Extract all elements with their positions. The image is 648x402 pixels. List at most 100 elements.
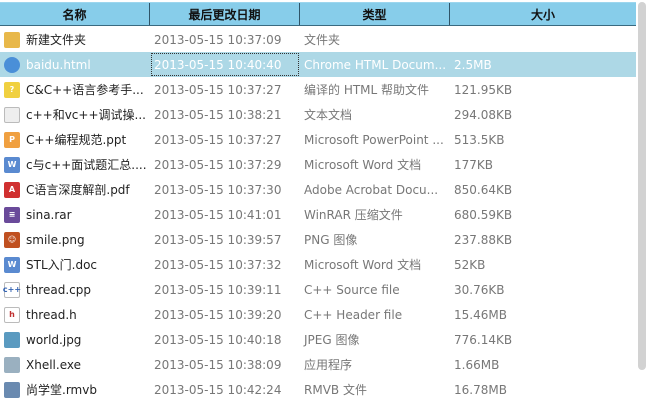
file-type: 应用程序: [304, 358, 353, 372]
file-size: 121.95KB: [454, 82, 513, 97]
word-icon: W: [4, 156, 20, 173]
file-name: 尚学堂.rmvb: [26, 383, 97, 397]
file-name: C++编程规范.ppt: [26, 133, 127, 147]
file-date: 2013-05-15 10:37:30: [154, 182, 282, 197]
file-row[interactable]: W STL入门.doc 2013-05-15 10:37:32 Microsoft…: [0, 252, 636, 277]
rar-icon: ≡: [4, 206, 20, 223]
file-date: 2013-05-15 10:39:57: [154, 232, 282, 247]
cpp-file-icon: c++: [3, 281, 21, 298]
file-row[interactable]: c++和vc++调试操... 2013-05-15 10:38:21 文本文档 …: [0, 102, 636, 127]
file-name-cell: c++和vc++调试操...: [0, 102, 150, 127]
file-name: sina.rar: [26, 207, 72, 222]
file-date: 2013-05-15 10:42:24: [154, 382, 282, 397]
header-file-icon: h: [4, 306, 20, 323]
file-row[interactable]: h thread.h 2013-05-15 10:39:20 C++ Header…: [0, 302, 636, 327]
file-row[interactable]: world.jpg 2013-05-15 10:40:18 JPEG 图像 77…: [0, 327, 636, 352]
file-name-cell: W STL入门.doc: [0, 252, 150, 277]
file-size: 680.59KB: [454, 207, 513, 222]
file-size: 850.64KB: [454, 182, 513, 197]
file-type: Microsoft PowerPoint ...: [304, 132, 444, 147]
column-header-date[interactable]: 最后更改日期: [150, 3, 300, 25]
file-type: 文件夹: [304, 33, 341, 47]
column-header-name[interactable]: 名称: [0, 3, 150, 25]
file-name: C语言深度解剖.pdf: [26, 183, 130, 197]
chrome-icon: [4, 56, 20, 73]
file-size: 177KB: [454, 157, 494, 172]
file-name: baidu.html: [26, 57, 91, 72]
file-name: c++和vc++调试操...: [26, 108, 146, 122]
file-row[interactable]: Xhell.exe 2013-05-15 10:38:09 应用程序 1.66M…: [0, 352, 636, 377]
file-name-cell: 新建文件夹: [0, 27, 150, 52]
rmvb-icon: [4, 381, 20, 398]
word-icon: W: [4, 256, 20, 273]
file-date: 2013-05-15 10:37:32: [154, 257, 282, 272]
file-date: 2013-05-15 10:40:40: [150, 52, 300, 77]
file-name: thread.h: [26, 307, 77, 322]
file-name-cell: ≡ sina.rar: [0, 202, 150, 227]
exe-icon: [4, 356, 20, 373]
file-name-cell: ? C&C++语言参考手...: [0, 77, 150, 102]
file-type: C++ Header file: [304, 307, 403, 322]
file-name-cell: Wc与c++面试题汇总....: [0, 152, 150, 177]
file-size: 2.5MB: [454, 57, 492, 72]
pdf-icon: A: [4, 181, 20, 198]
file-name-cell: A C语言深度解剖.pdf: [0, 177, 150, 202]
file-size: 52KB: [454, 257, 486, 272]
file-name: world.jpg: [26, 332, 82, 347]
column-header-type[interactable]: 类型: [300, 3, 450, 25]
jpeg-image-icon: [4, 331, 20, 348]
png-image-icon: ☺: [4, 231, 20, 248]
file-size: 1.66MB: [454, 357, 500, 372]
file-name: C&C++语言参考手...: [26, 83, 144, 97]
file-type: WinRAR 压缩文件: [304, 208, 403, 222]
file-date: 2013-05-15 10:41:01: [154, 207, 282, 222]
file-size: 776.14KB: [454, 332, 513, 347]
file-date: 2013-05-15 10:37:29: [154, 157, 282, 172]
file-type: PNG 图像: [304, 233, 358, 247]
file-type: Adobe Acrobat Docu...: [304, 182, 439, 197]
file-row[interactable]: 新建文件夹 2013-05-15 10:37:09 文件夹: [0, 27, 636, 52]
file-name-cell: world.jpg: [0, 327, 150, 352]
file-row[interactable]: Wc与c++面试题汇总.... 2013-05-15 10:37:29 Micr…: [0, 152, 636, 177]
file-size: [450, 27, 636, 52]
file-name: Xhell.exe: [26, 357, 81, 372]
file-size: 237.88KB: [454, 232, 513, 247]
powerpoint-icon: P: [4, 131, 20, 148]
file-row[interactable]: A C语言深度解剖.pdf 2013-05-15 10:37:30 Adobe A…: [0, 177, 636, 202]
file-date: 2013-05-15 10:38:21: [154, 107, 282, 122]
file-row[interactable]: P C++编程规范.ppt 2013-05-15 10:37:27 Microso…: [0, 127, 636, 152]
file-date: 2013-05-15 10:37:27: [154, 132, 282, 147]
file-row[interactable]: 尚学堂.rmvb 2013-05-15 10:42:24 RMVB 文件 16.…: [0, 377, 636, 402]
file-date: 2013-05-15 10:38:09: [154, 357, 282, 372]
file-name-cell: h thread.h: [0, 302, 150, 327]
file-row[interactable]: ? C&C++语言参考手... 2013-05-15 10:37:27 编译的 H…: [0, 77, 636, 102]
file-size: 294.08KB: [454, 107, 513, 122]
file-name-cell: Xhell.exe: [0, 352, 150, 377]
file-type: JPEG 图像: [304, 333, 360, 347]
file-date: 2013-05-15 10:39:11: [154, 282, 282, 297]
column-header: 名称 最后更改日期 类型 大小: [0, 2, 636, 26]
file-name: smile.png: [26, 232, 85, 247]
file-name: thread.cpp: [26, 282, 91, 297]
file-row[interactable]: ☺ smile.png 2013-05-15 10:39:57 PNG 图像 23…: [0, 227, 636, 252]
file-name: c与c++面试题汇总....: [26, 158, 147, 172]
vertical-scrollbar[interactable]: [638, 2, 646, 370]
file-date: 2013-05-15 10:40:18: [154, 332, 282, 347]
file-row[interactable]: c++ thread.cpp 2013-05-15 10:39:11 C++ So…: [0, 277, 636, 302]
file-type: Microsoft Word 文档: [304, 158, 422, 172]
file-size: 30.76KB: [454, 282, 505, 297]
file-type: Microsoft Word 文档: [304, 258, 422, 272]
file-type: 编译的 HTML 帮助文件: [304, 83, 430, 97]
file-size: 15.46MB: [454, 307, 507, 322]
file-name-cell: 尚学堂.rmvb: [0, 377, 150, 402]
file-type: 文本文档: [304, 108, 353, 122]
column-header-size[interactable]: 大小: [450, 3, 636, 25]
file-date: 2013-05-15 10:37:27: [154, 82, 282, 97]
file-type: C++ Source file: [304, 282, 400, 297]
file-row[interactable]: baidu.html 2013-05-15 10:40:40 Chrome HT…: [0, 52, 636, 77]
file-row[interactable]: ≡ sina.rar 2013-05-15 10:41:01 WinRAR 压缩文…: [0, 202, 636, 227]
file-name: 新建文件夹: [26, 33, 87, 47]
folder-icon: [4, 31, 20, 48]
chm-help-icon: ?: [4, 81, 20, 98]
file-list: 新建文件夹 2013-05-15 10:37:09 文件夹 baidu.html…: [0, 27, 636, 402]
